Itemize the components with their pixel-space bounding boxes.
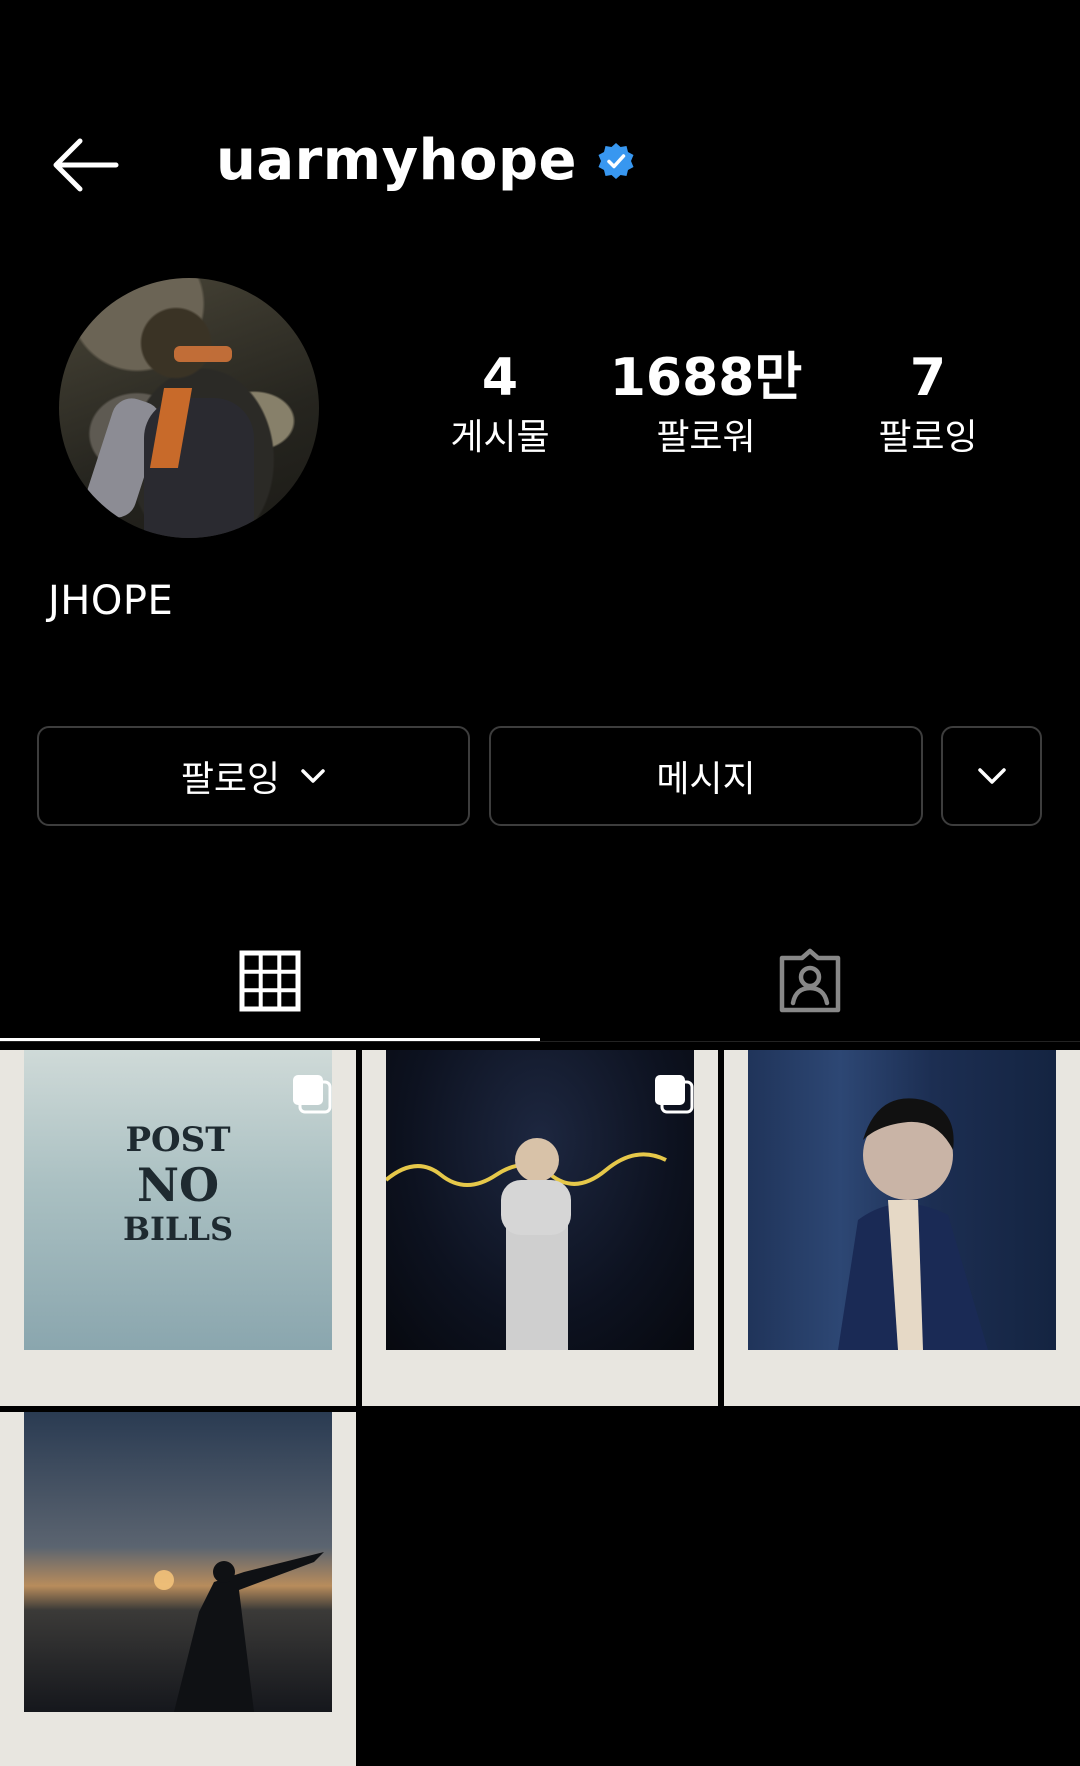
profile-stats: 4 게시물 1688만 팔로워 7 팔로잉: [400, 346, 1040, 476]
post-photo: POST NO BILLS: [24, 1050, 332, 1350]
post-thumbnail[interactable]: [362, 1050, 718, 1406]
multiple-photos-icon: [655, 1075, 694, 1114]
tab-divider: [0, 1041, 1080, 1042]
username: uarmyhope: [216, 128, 578, 193]
stat-posts[interactable]: 4 게시물: [400, 346, 600, 464]
verified-badge-icon: [595, 140, 637, 182]
tab-tagged[interactable]: [540, 920, 1080, 1042]
chevron-down-icon: [301, 769, 325, 783]
tagged-person-icon: [779, 948, 841, 1013]
stat-followers[interactable]: 1688만 팔로워: [606, 346, 806, 464]
chevron-down-icon: [977, 768, 1006, 784]
display-name: JHOPE: [48, 578, 174, 624]
post-thumbnail[interactable]: POST NO BILLS: [0, 1050, 356, 1406]
profile-tabs: [0, 920, 1080, 1042]
stencil-text: BILLS: [122, 1210, 234, 1248]
suggested-accounts-button[interactable]: [941, 726, 1042, 826]
post-photo: [24, 1412, 332, 1712]
stat-count: 4: [481, 348, 519, 408]
post-photo: [748, 1050, 1056, 1350]
post-art: [384, 1138, 667, 1350]
stat-following[interactable]: 7 팔로잉: [828, 346, 1028, 464]
back-arrow-icon: [53, 138, 119, 192]
post-thumbnail[interactable]: [724, 1050, 1080, 1406]
multiple-photos-icon: [293, 1075, 332, 1114]
post-art: [154, 1552, 324, 1712]
avatar-art-glasses: [174, 346, 232, 362]
post-thumbnail[interactable]: [0, 1412, 356, 1766]
stat-label: 팔로워: [656, 417, 756, 458]
grid-icon: [239, 950, 301, 1012]
back-button[interactable]: [46, 130, 124, 200]
stat-label: 팔로잉: [878, 417, 978, 458]
stat-count: 7: [909, 348, 947, 408]
post-photo: [384, 1050, 694, 1350]
post-art: [838, 1098, 988, 1350]
stat-label: 게시물: [450, 417, 550, 458]
message-button[interactable]: 메시지: [489, 726, 923, 826]
profile-page: uarmyhope 4 게시물 1688만 팔로워 7 팔로잉 JHOPE 팔로…: [0, 0, 1080, 1766]
tab-posts-grid[interactable]: [0, 920, 540, 1042]
username-row: uarmyhope: [216, 128, 637, 193]
profile-avatar[interactable]: [59, 278, 319, 538]
stencil-text: POST: [125, 1120, 231, 1160]
profile-header: uarmyhope: [0, 110, 1080, 220]
stencil-text: NO: [136, 1158, 220, 1212]
following-button[interactable]: 팔로잉: [37, 726, 470, 826]
stat-count: 1688만: [609, 348, 803, 408]
following-button-label: 팔로잉: [180, 759, 281, 800]
message-button-label: 메시지: [656, 759, 756, 800]
